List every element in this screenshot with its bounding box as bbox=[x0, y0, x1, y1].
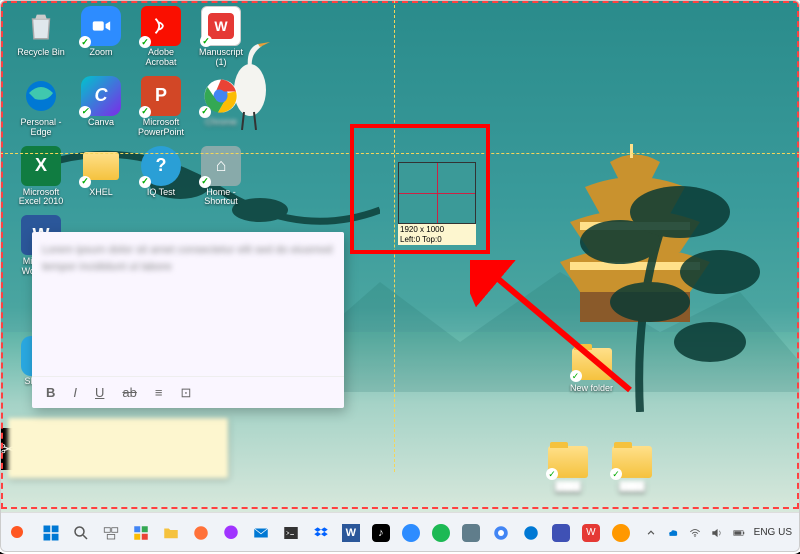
desktop-icon-powerpoint[interactable]: P✓Microsoft PowerPoint bbox=[134, 76, 188, 138]
sync-badge-icon: ✓ bbox=[610, 468, 622, 480]
desktop-icon-canva[interactable]: C✓Canva bbox=[74, 76, 128, 138]
capture-dimensions: 1920 x 1000 bbox=[400, 225, 474, 235]
tray-chevron-icon[interactable] bbox=[644, 526, 658, 540]
taskbar-apps: W ♪ W bbox=[28, 521, 644, 545]
wps-button[interactable]: W bbox=[579, 521, 603, 545]
strike-button[interactable]: ab bbox=[122, 385, 136, 400]
taskview-button[interactable] bbox=[99, 521, 123, 545]
language-indicator[interactable]: ENG US bbox=[754, 527, 792, 538]
icon-label: Microsoft Excel 2010 bbox=[14, 188, 68, 208]
icon-label: Adobe Acrobat bbox=[134, 48, 188, 68]
terminal-button[interactable] bbox=[279, 521, 303, 545]
capture-magnifier bbox=[398, 162, 476, 224]
sync-badge-icon: ✓ bbox=[546, 468, 558, 480]
sticky-note-toolbar: B I U ab ≡ ⊡ bbox=[32, 376, 344, 408]
sync-badge-icon: ✓ bbox=[139, 36, 151, 48]
dropbox-button[interactable] bbox=[309, 521, 333, 545]
desktop-icon-zoom[interactable]: ✓Zoom bbox=[74, 6, 128, 68]
sticky-note[interactable]: Lorem ipsum dolor sit amet consectetur e… bbox=[32, 232, 344, 408]
volume-icon[interactable] bbox=[710, 526, 724, 540]
chrome-button[interactable] bbox=[489, 521, 513, 545]
desktop-folder-3[interactable]: ✓████ bbox=[612, 446, 652, 491]
sync-badge-icon: ✓ bbox=[139, 106, 151, 118]
desktop-icon-chrome[interactable]: ✓Chrome bbox=[194, 76, 248, 138]
firefox-button[interactable] bbox=[189, 521, 213, 545]
icon-label: Chrome bbox=[205, 118, 237, 128]
desktop-icon-manuscript[interactable]: W✓Manuscript (1) bbox=[194, 6, 248, 68]
search-button[interactable] bbox=[69, 521, 93, 545]
bold-button[interactable]: B bbox=[46, 385, 55, 400]
icon-label: Zoom bbox=[89, 48, 112, 58]
widgets-button[interactable] bbox=[129, 521, 153, 545]
explorer-button[interactable] bbox=[159, 521, 183, 545]
icon-label: Personal - Edge bbox=[14, 118, 68, 138]
edge-button[interactable] bbox=[519, 521, 543, 545]
messenger-button[interactable] bbox=[219, 521, 243, 545]
app-button-1[interactable] bbox=[459, 521, 483, 545]
icon-label: Microsoft PowerPoint bbox=[134, 118, 188, 138]
app-button-2[interactable] bbox=[549, 521, 573, 545]
taskbar: W ♪ W ENG US bbox=[0, 512, 800, 552]
start-button[interactable] bbox=[39, 521, 63, 545]
image-button[interactable]: ⊡ bbox=[180, 385, 191, 401]
desktop-icon-recyclebin[interactable]: Recycle Bin bbox=[14, 6, 68, 68]
capture-crosshair-horizontal bbox=[0, 153, 800, 154]
icon-label: Manuscript (1) bbox=[194, 48, 248, 68]
sync-badge-icon: ✓ bbox=[79, 36, 91, 48]
tiktok-button[interactable]: ♪ bbox=[369, 521, 393, 545]
desktop-icon-acrobat[interactable]: ✓Adobe Acrobat bbox=[134, 6, 188, 68]
sync-badge-icon: ✓ bbox=[139, 176, 151, 188]
sync-badge-icon: ✓ bbox=[79, 176, 91, 188]
desktop-icon-home[interactable]: ⌂✓Home - Shortcut bbox=[194, 146, 248, 208]
icon-label: Home - Shortcut bbox=[194, 188, 248, 208]
capture-info-box: 1920 x 1000 Left:0 Top:0 bbox=[398, 224, 476, 245]
icon-label: XHEL bbox=[89, 188, 113, 198]
desktop-icon-edge[interactable]: Personal - Edge bbox=[14, 76, 68, 138]
list-button[interactable]: ≡ bbox=[155, 385, 163, 400]
desktop-icon-iqtest[interactable]: ?✓IQ Test bbox=[134, 146, 188, 208]
underline-button[interactable]: U bbox=[95, 385, 104, 400]
spotify-button[interactable] bbox=[429, 521, 453, 545]
system-tray: ENG US bbox=[644, 526, 792, 540]
battery-icon[interactable] bbox=[732, 526, 746, 540]
desktop-icon-xhel-folder[interactable]: ✓XHEL bbox=[74, 146, 128, 208]
taskbar-weather-widget[interactable] bbox=[8, 523, 28, 543]
app-button-3[interactable] bbox=[609, 521, 633, 545]
desktop-icon-excel[interactable]: XMicrosoft Excel 2010 bbox=[14, 146, 68, 208]
word-button[interactable]: W bbox=[339, 521, 363, 545]
wifi-icon[interactable] bbox=[688, 526, 702, 540]
onedrive-icon[interactable] bbox=[666, 526, 680, 540]
icon-label: Recycle Bin bbox=[17, 48, 65, 58]
icon-label: Canva bbox=[88, 118, 114, 128]
sync-badge-icon: ✓ bbox=[79, 106, 91, 118]
folder-label: ████ bbox=[619, 481, 645, 491]
sync-badge-icon: ✓ bbox=[199, 106, 211, 118]
capture-position: Left:0 Top:0 bbox=[400, 235, 474, 245]
icon-label: IQ Test bbox=[147, 188, 175, 198]
folder-label: ████ bbox=[555, 481, 581, 491]
desktop-folder-2[interactable]: ✓████ bbox=[548, 446, 588, 491]
sync-badge-icon: ✓ bbox=[199, 176, 211, 188]
mail-button[interactable] bbox=[249, 521, 273, 545]
sync-badge-icon: ✓ bbox=[200, 35, 212, 47]
italic-button[interactable]: I bbox=[73, 385, 77, 400]
capture-crosshair-vertical bbox=[394, 0, 395, 472]
zoom-button[interactable] bbox=[399, 521, 423, 545]
desktop-wallpaper: Recycle Bin ✓Zoom ✓Adobe Acrobat W✓Manus… bbox=[0, 0, 800, 512]
tooltip-popup bbox=[8, 418, 228, 478]
sticky-note-body[interactable]: Lorem ipsum dolor sit amet consectetur e… bbox=[32, 232, 344, 376]
tutorial-arrow bbox=[470, 260, 650, 410]
